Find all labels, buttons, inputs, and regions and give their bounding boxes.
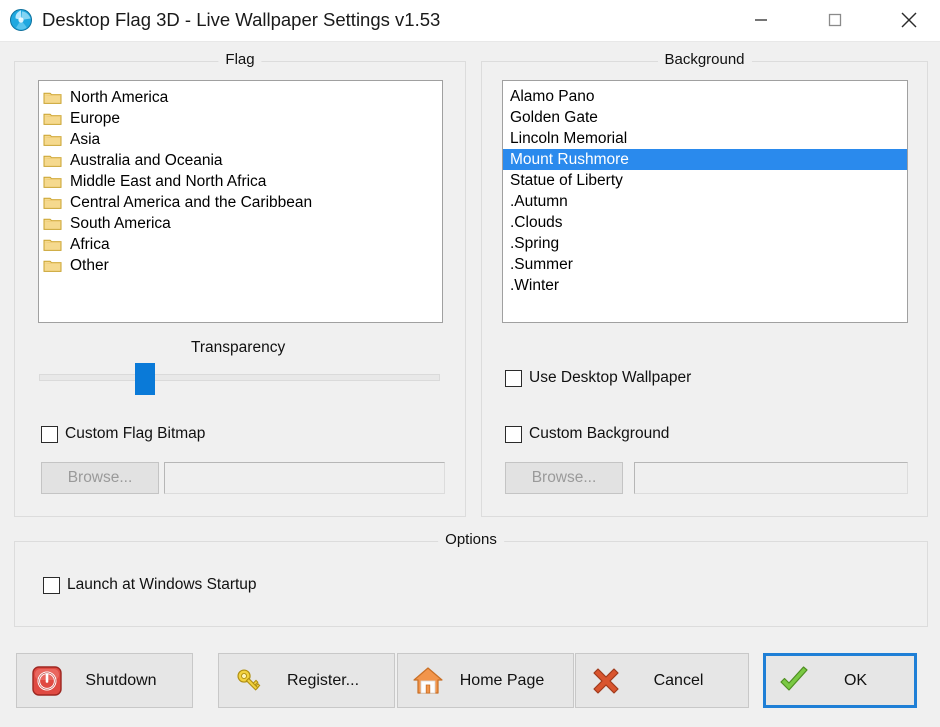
list-item[interactable]: Europe [39, 108, 442, 129]
list-item[interactable]: Alamo Pano [503, 86, 907, 107]
list-item[interactable]: Statue of Liberty [503, 170, 907, 191]
register-button-label: Register... [286, 671, 360, 689]
folder-icon [43, 132, 62, 147]
folder-icon [43, 258, 62, 273]
minimize-icon[interactable] [738, 0, 784, 40]
custom-background-label: Custom Background [529, 425, 670, 442]
folder-icon [43, 174, 62, 189]
list-item-selected[interactable]: Mount Rushmore [503, 149, 907, 170]
list-item[interactable]: Africa [39, 234, 442, 255]
close-icon[interactable] [886, 0, 932, 40]
launch-at-startup-checkbox[interactable]: Launch at Windows Startup [43, 576, 257, 594]
list-item-label: Asia [70, 131, 101, 148]
list-item[interactable]: North America [39, 87, 442, 108]
ok-button[interactable]: OK [763, 653, 917, 708]
options-group-legend: Options [438, 531, 504, 548]
register-button[interactable]: Register... [218, 653, 395, 708]
list-item[interactable]: Lincoln Memorial [503, 128, 907, 149]
list-item-label: Australia and Oceania [70, 152, 223, 169]
home-page-button-label: Home Page [459, 671, 545, 689]
use-desktop-wallpaper-checkbox[interactable]: Use Desktop Wallpaper [505, 369, 691, 387]
list-item-label: Middle East and North Africa [70, 173, 267, 190]
shutdown-button-label: Shutdown [85, 671, 157, 689]
checkbox-box [505, 425, 522, 443]
list-item[interactable]: Other [39, 255, 442, 276]
settings-window: Desktop Flag 3D - Live Wallpaper Setting… [0, 0, 940, 727]
custom-flag-bitmap-label: Custom Flag Bitmap [65, 425, 206, 442]
power-icon [30, 664, 64, 698]
folder-icon [43, 90, 62, 105]
maximize-icon[interactable] [812, 0, 858, 40]
launch-at-startup-label: Launch at Windows Startup [67, 576, 257, 593]
list-item-label: Europe [70, 110, 120, 127]
transparency-label: Transparency [191, 339, 286, 356]
list-item[interactable]: Central America and the Caribbean [39, 192, 442, 213]
transparency-slider-thumb[interactable] [135, 363, 155, 395]
flag-path-field[interactable] [164, 462, 445, 494]
flag-group-legend: Flag [218, 51, 262, 68]
custom-background-checkbox[interactable]: Custom Background [505, 425, 669, 443]
list-item[interactable]: .Summer [503, 254, 907, 275]
use-desktop-wallpaper-label: Use Desktop Wallpaper [529, 369, 692, 386]
list-item[interactable]: .Winter [503, 275, 907, 296]
folder-icon [43, 195, 62, 210]
window-title: Desktop Flag 3D - Live Wallpaper Setting… [42, 9, 441, 30]
background-group-legend: Background [657, 51, 752, 68]
folder-icon [43, 216, 62, 231]
home-page-button[interactable]: Home Page [397, 653, 574, 708]
custom-flag-bitmap-checkbox[interactable]: Custom Flag Bitmap [41, 425, 205, 443]
title-bar: Desktop Flag 3D - Live Wallpaper Setting… [0, 0, 940, 42]
list-item[interactable]: Australia and Oceania [39, 150, 442, 171]
shutdown-button[interactable]: Shutdown [16, 653, 193, 708]
list-item[interactable]: .Spring [503, 233, 907, 254]
folder-icon [43, 153, 62, 168]
checkbox-box [43, 576, 60, 594]
background-list[interactable]: Alamo Pano Golden Gate Lincoln Memorial … [502, 80, 908, 323]
list-item[interactable]: .Clouds [503, 212, 907, 233]
cancel-button-label: Cancel [653, 671, 704, 689]
red-x-icon [589, 664, 623, 698]
list-item[interactable]: Asia [39, 129, 442, 150]
list-item-label: South America [70, 215, 171, 232]
list-item[interactable]: Golden Gate [503, 107, 907, 128]
background-path-field[interactable] [634, 462, 908, 494]
list-item-label: Central America and the Caribbean [70, 194, 313, 211]
ok-button-label: OK [843, 671, 868, 689]
list-item[interactable]: South America [39, 213, 442, 234]
folder-icon [43, 111, 62, 126]
green-check-icon [777, 664, 811, 698]
house-icon [411, 664, 445, 698]
cancel-button[interactable]: Cancel [575, 653, 749, 708]
flag-browse-button[interactable]: Browse... [41, 462, 159, 494]
list-item[interactable]: Middle East and North Africa [39, 171, 442, 192]
key-icon [232, 664, 266, 698]
checkbox-box [505, 369, 522, 387]
globe-flag-icon [9, 8, 33, 32]
background-browse-button[interactable]: Browse... [505, 462, 623, 494]
list-item-label: Africa [70, 236, 110, 253]
folder-icon [43, 237, 62, 252]
flag-category-list[interactable]: North America Europe Asia Australia and … [38, 80, 443, 323]
list-item-label: Other [70, 257, 109, 274]
checkbox-box [41, 425, 58, 443]
transparency-slider-track[interactable] [39, 363, 440, 395]
list-item[interactable]: .Autumn [503, 191, 907, 212]
list-item-label: North America [70, 89, 169, 106]
